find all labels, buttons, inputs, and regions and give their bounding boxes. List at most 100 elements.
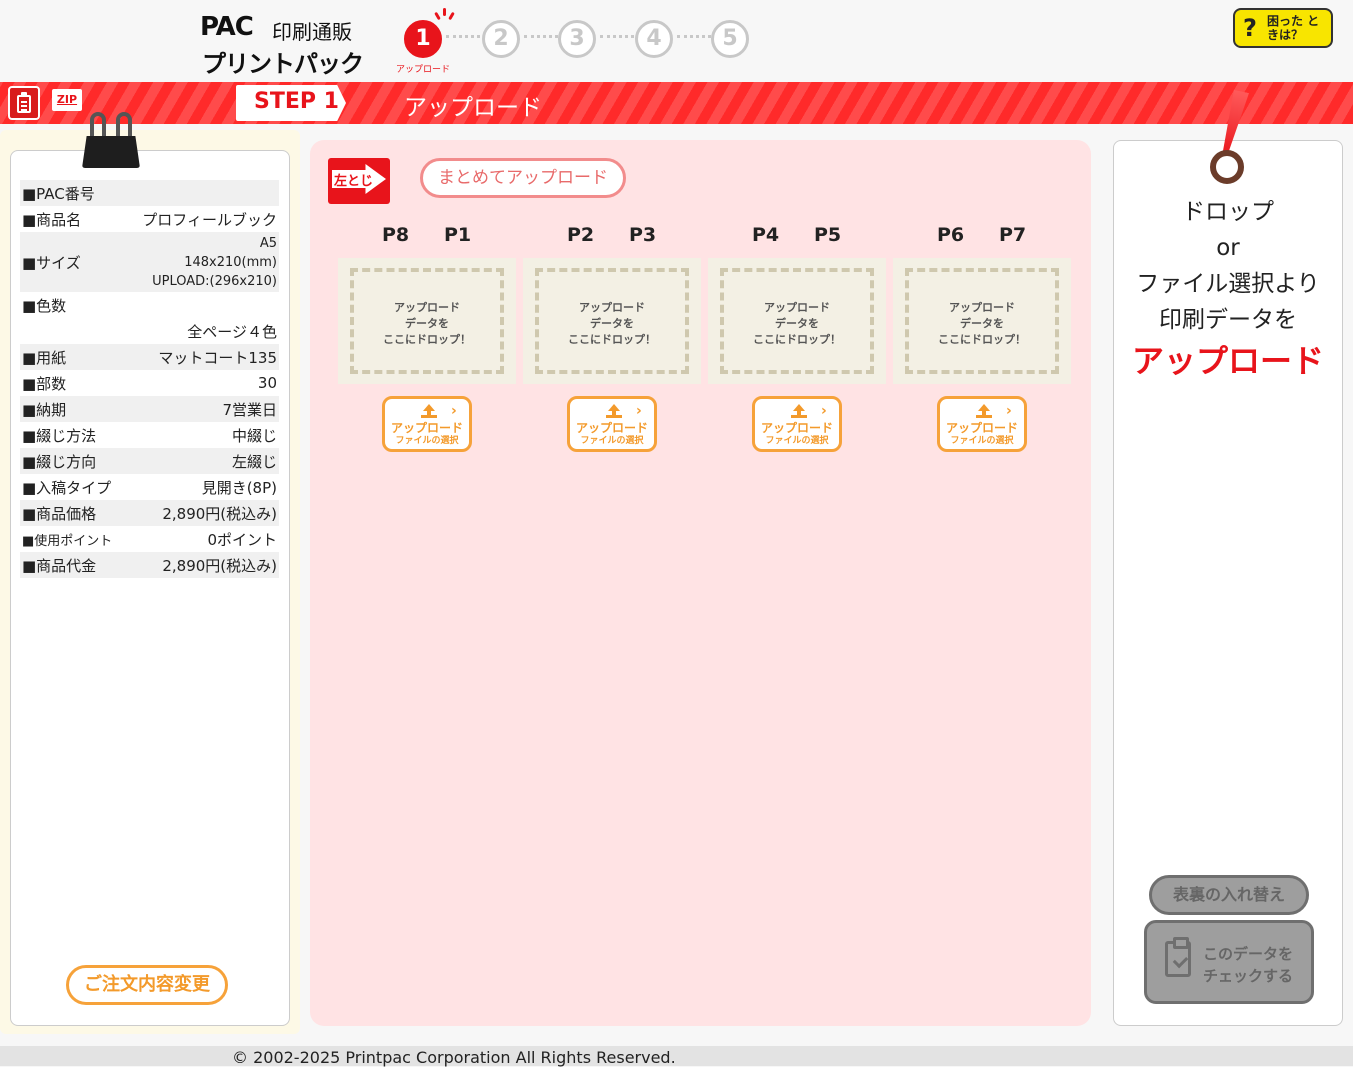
drop-zone[interactable]: アップロード データを ここにドロップ！ xyxy=(893,258,1071,384)
logo-main-text: プリントパック xyxy=(202,50,364,78)
info-row-product-price: ■商品価格 2,890円(税込み) xyxy=(20,500,279,526)
file-select-button[interactable]: › アップロード ファイルの選択 xyxy=(752,396,842,452)
drop-zone-text: アップロード データを ここにドロップ！ xyxy=(523,300,701,348)
info-row-points: ■使用ポイント 0ポイント xyxy=(20,526,279,552)
info-row-colors: ■色数 xyxy=(20,292,279,318)
info-row-binding-method: ■綴じ方法 中綴じ xyxy=(20,422,279,448)
clipboard-check-icon xyxy=(1165,937,1191,977)
drop-text-line: データを xyxy=(960,317,1004,330)
info-value: 中綴じ xyxy=(231,426,277,445)
help-button-label: 困った ときは？ xyxy=(1267,14,1320,42)
size-format: A5 xyxy=(259,235,277,251)
page-labels: P2 P3 xyxy=(523,224,701,250)
info-value: 全ページ４色 xyxy=(187,322,277,341)
step-2-indicator: 2 xyxy=(482,20,520,58)
drop-text-line: ここにドロップ！ xyxy=(938,333,1026,346)
order-clipboard-button[interactable] xyxy=(8,86,40,120)
drop-zone[interactable]: アップロード データを ここにドロップ！ xyxy=(338,258,516,384)
info-row-product: ■商品名 プロフィールブック xyxy=(20,206,279,232)
check-label-line: このデータを xyxy=(1203,945,1294,963)
info-row-colors-value: 全ページ４色 xyxy=(20,318,279,344)
zip-label: ZIP xyxy=(56,93,78,106)
step-title: アップロード xyxy=(404,95,542,121)
order-info-table: ■PAC番号 ■商品名 プロフィールブック ■サイズ A5 148x210(mm… xyxy=(20,180,279,578)
bulk-upload-button[interactable]: まとめてアップロード xyxy=(420,158,626,198)
info-key: ■色数 xyxy=(22,296,67,315)
drop-hint-text: ドロップ or ファイル選択より 印刷データを アップロード xyxy=(1113,194,1343,384)
step-1-indicator: 1 xyxy=(404,20,442,58)
drop-zone[interactable]: アップロード データを ここにドロップ！ xyxy=(708,258,886,384)
size-upload: UPLOAD:(296x210) xyxy=(152,273,277,289)
info-key: ■用紙 xyxy=(22,348,67,367)
drop-hint-line: ドロップ xyxy=(1182,199,1274,225)
chevron-right-icon: › xyxy=(636,403,642,419)
drop-zone-text: アップロード データを ここにドロップ！ xyxy=(708,300,886,348)
step-badge-label: STEP 1 xyxy=(254,89,339,114)
zip-file-icon: ZIP xyxy=(52,89,82,111)
info-row-submission-type: ■入稿タイプ 見開き(8P) xyxy=(20,474,279,500)
check-data-button[interactable]: このデータを チェックする xyxy=(1144,920,1314,1004)
step-4-indicator: 4 xyxy=(635,20,673,58)
page-labels: P6 P7 xyxy=(893,224,1071,250)
spread-slot: P6 P7 アップロード データを ここにドロップ！ › アップロード ファイル… xyxy=(893,224,1071,452)
clipboard-icon xyxy=(17,92,31,113)
left-page-label: P8 xyxy=(382,224,410,246)
drop-zone[interactable]: アップロード データを ここにドロップ！ xyxy=(523,258,701,384)
info-row-delivery: ■納期 7営業日 xyxy=(20,396,279,422)
help-button[interactable]: ? 困った ときは？ xyxy=(1233,8,1333,48)
left-page-label: P4 xyxy=(752,224,780,246)
info-key: ■商品代金 xyxy=(22,556,97,575)
left-page-label: P2 xyxy=(567,224,595,246)
file-button-sublabel: ファイルの選択 xyxy=(950,436,1014,446)
info-row-paper: ■用紙 マットコート135 xyxy=(20,344,279,370)
right-page-label: P5 xyxy=(814,224,842,246)
info-key: ■納期 xyxy=(22,400,67,419)
upload-icon xyxy=(421,404,437,418)
chevron-right-icon: › xyxy=(451,403,457,419)
right-page-label: P3 xyxy=(629,224,657,246)
printpac-logo[interactable]: PAC 印刷通販 プリントパック xyxy=(200,10,380,78)
step-connector xyxy=(524,35,558,38)
zip-upload-button[interactable]: ZIP xyxy=(52,89,82,117)
left-binding-indicator: 左とじ xyxy=(328,158,392,206)
step-1-caption: アップロード xyxy=(396,65,451,75)
spread-slot: P2 P3 アップロード データを ここにドロップ！ › アップロード ファイル… xyxy=(523,224,701,452)
swap-front-back-button[interactable]: 表裏の入れ替え xyxy=(1149,875,1309,915)
logo-pac-text: PAC xyxy=(200,12,254,42)
file-select-button[interactable]: › アップロード ファイルの選択 xyxy=(567,396,657,452)
info-key: ■綴じ方法 xyxy=(22,426,97,445)
file-select-button[interactable]: › アップロード ファイルの選択 xyxy=(382,396,472,452)
drop-zone-text: アップロード データを ここにドロップ！ xyxy=(338,300,516,348)
step-3-indicator: 3 xyxy=(558,20,596,58)
info-key: ■綴じ方向 xyxy=(22,452,97,471)
drop-hint-emphasis: アップロード xyxy=(1131,342,1324,380)
step-bar: ZIP STEP 1 アップロード xyxy=(0,82,1353,124)
drop-zone-text: アップロード データを ここにドロップ！ xyxy=(893,300,1071,348)
drop-text-line: アップロード xyxy=(764,301,830,314)
drop-text-line: データを xyxy=(775,317,819,330)
info-value: 2,890円(税込み) xyxy=(162,556,277,575)
left-page-label: P6 xyxy=(937,224,965,246)
order-change-button[interactable]: ご注文内容変更 xyxy=(66,965,228,1005)
binder-clip-icon xyxy=(82,112,140,174)
drop-hint-line: 印刷データを xyxy=(1159,307,1297,333)
drop-text-line: ここにドロップ！ xyxy=(753,333,841,346)
drop-text-line: アップロード xyxy=(394,301,460,314)
header: PAC 印刷通販 プリントパック 1 アップロード 2 3 4 5 ? 困った … xyxy=(0,0,1353,82)
info-value: 0ポイント xyxy=(207,530,277,549)
info-value: A5 148x210(mm) UPLOAD:(296x210) xyxy=(152,234,279,291)
info-row-total: ■商品代金 2,890円(税込み) xyxy=(20,552,279,578)
info-row-size: ■サイズ A5 148x210(mm) UPLOAD:(296x210) xyxy=(20,232,279,292)
spread-slot: P4 P5 アップロード データを ここにドロップ！ › アップロード ファイル… xyxy=(708,224,886,452)
info-key: ■部数 xyxy=(22,374,67,393)
page-labels: P4 P5 xyxy=(708,224,886,250)
info-value: 30 xyxy=(257,374,277,392)
upload-icon xyxy=(791,404,807,418)
drop-text-line: データを xyxy=(405,317,449,330)
drop-text-line: データを xyxy=(590,317,634,330)
file-button-sublabel: ファイルの選択 xyxy=(765,436,829,446)
right-page-label: P1 xyxy=(444,224,472,246)
drop-text-line: ここにドロップ！ xyxy=(568,333,656,346)
file-select-button[interactable]: › アップロード ファイルの選択 xyxy=(937,396,1027,452)
check-data-label: このデータを チェックする xyxy=(1203,943,1293,987)
